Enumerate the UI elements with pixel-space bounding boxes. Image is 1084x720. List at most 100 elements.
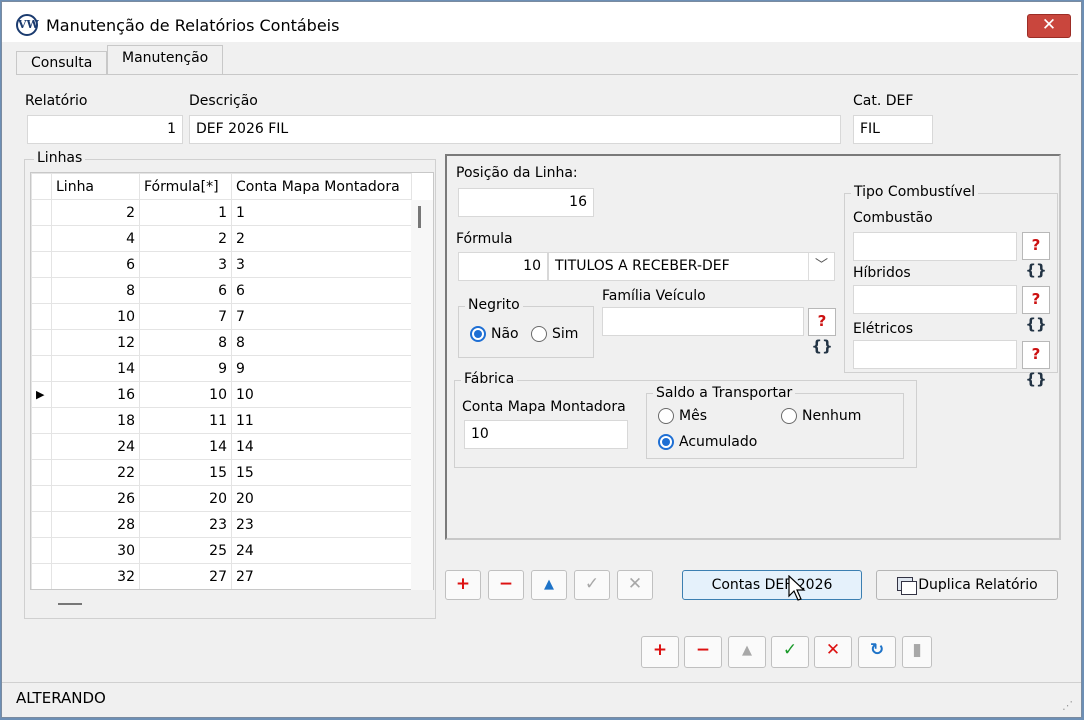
- refresh-icon[interactable]: ↻: [858, 636, 896, 668]
- cell-linha[interactable]: 12: [51, 329, 140, 356]
- cancel-record-button[interactable]: ✕: [814, 636, 852, 668]
- current-row-indicator-icon[interactable]: ▶: [31, 381, 52, 408]
- cell-formula[interactable]: 8: [139, 329, 232, 356]
- table-row[interactable]: 14 9 9: [31, 355, 412, 382]
- grid-hscroll-thumb[interactable]: [58, 603, 82, 605]
- cell-formula[interactable]: 20: [139, 485, 232, 512]
- column-header-linha[interactable]: Linha: [51, 173, 140, 200]
- hibridos-field[interactable]: [853, 285, 1017, 314]
- cell-formula[interactable]: 2: [139, 225, 232, 252]
- table-row[interactable]: 22 15 15: [31, 459, 412, 486]
- cell-linha[interactable]: 4: [51, 225, 140, 252]
- delete-record-button[interactable]: −: [684, 636, 722, 668]
- table-row[interactable]: 10 7 7: [31, 303, 412, 330]
- saldo-mes-radio[interactable]: [658, 408, 674, 428]
- saldo-mes-label[interactable]: Mês: [679, 408, 707, 424]
- cell-linha[interactable]: 26: [51, 485, 140, 512]
- row-indicator[interactable]: [31, 355, 52, 382]
- cell-formula[interactable]: 11: [139, 407, 232, 434]
- cell-linha[interactable]: 8: [51, 277, 140, 304]
- resize-grip-icon[interactable]: ⋰: [1062, 699, 1073, 712]
- row-indicator[interactable]: [31, 459, 52, 486]
- grid-horizontal-scrollbar[interactable]: [30, 590, 434, 616]
- linhas-grid[interactable]: Linha Fórmula[*] Conta Mapa Montadora 21…: [30, 172, 434, 590]
- row-indicator[interactable]: [31, 485, 52, 512]
- table-row[interactable]: 28 23 23: [31, 511, 412, 538]
- cell-formula[interactable]: 6: [139, 277, 232, 304]
- move-up-record-button[interactable]: ▲: [728, 636, 766, 668]
- row-indicator[interactable]: [31, 277, 52, 304]
- table-row[interactable]: 422: [31, 225, 412, 252]
- cell-linha[interactable]: 30: [51, 537, 140, 564]
- cell-conta[interactable]: 20: [231, 485, 412, 512]
- cell-linha[interactable]: 22: [51, 459, 140, 486]
- formula-code-field[interactable]: 10: [458, 252, 548, 281]
- table-row[interactable]: 30 25 24: [31, 537, 412, 564]
- table-row[interactable]: 24 14 14: [31, 433, 412, 460]
- close-button[interactable]: ✕: [1027, 14, 1071, 38]
- row-indicator[interactable]: [31, 251, 52, 278]
- familia-field[interactable]: [602, 307, 804, 336]
- cell-formula[interactable]: 10: [139, 381, 232, 408]
- table-row[interactable]: 26 20 20: [31, 485, 412, 512]
- formula-select[interactable]: TITULOS A RECEBER-DEF: [548, 252, 835, 281]
- save-record-button[interactable]: ✓: [771, 636, 809, 668]
- saldo-nenhum-label[interactable]: Nenhum: [802, 408, 861, 424]
- column-header-formula[interactable]: Fórmula[*]: [139, 173, 232, 200]
- cell-formula[interactable]: 25: [139, 537, 232, 564]
- row-indicator[interactable]: [31, 407, 52, 434]
- saldo-nenhum-radio[interactable]: [781, 408, 797, 428]
- new-record-button[interactable]: +: [641, 636, 679, 668]
- row-indicator[interactable]: [31, 537, 52, 564]
- cell-formula[interactable]: 7: [139, 303, 232, 330]
- table-row[interactable]: 633: [31, 251, 412, 278]
- cancel-line-button[interactable]: ✕: [617, 570, 653, 600]
- row-indicator[interactable]: [31, 433, 52, 460]
- cell-conta[interactable]: 24: [231, 537, 412, 564]
- negrito-nao-radio[interactable]: [470, 326, 486, 346]
- tab-consulta[interactable]: Consulta: [16, 51, 108, 74]
- row-indicator[interactable]: [31, 225, 52, 252]
- hibridos-lookup-icon[interactable]: ?{}: [1022, 286, 1050, 333]
- confirm-line-button[interactable]: ✓: [574, 570, 610, 600]
- row-indicator[interactable]: [31, 511, 52, 538]
- column-header-conta[interactable]: Conta Mapa Montadora: [231, 173, 412, 200]
- negrito-nao-label[interactable]: Não: [491, 326, 519, 342]
- familia-lookup-icon[interactable]: ?{}: [808, 308, 836, 355]
- cell-conta[interactable]: 23: [231, 511, 412, 538]
- grid-vertical-scrollbar[interactable]: [411, 200, 433, 590]
- cell-conta[interactable]: 2: [231, 225, 412, 252]
- move-up-line-button[interactable]: ▲: [531, 570, 567, 600]
- cell-linha[interactable]: 24: [51, 433, 140, 460]
- cell-formula[interactable]: 27: [139, 563, 232, 589]
- cell-formula[interactable]: 23: [139, 511, 232, 538]
- cell-linha[interactable]: 32: [51, 563, 140, 589]
- cell-formula[interactable]: 1: [139, 199, 232, 226]
- cell-conta[interactable]: 9: [231, 355, 412, 382]
- table-row[interactable]: ▶ 16 10 10: [31, 381, 412, 408]
- posicao-field[interactable]: 16: [458, 188, 594, 217]
- eletricos-field[interactable]: [853, 340, 1017, 369]
- table-row[interactable]: 211: [31, 199, 412, 226]
- combustao-lookup-icon[interactable]: ?{}: [1022, 232, 1050, 279]
- descricao-field[interactable]: DEF 2026 FIL: [189, 115, 841, 144]
- relatorio-field[interactable]: 1: [27, 115, 183, 144]
- cell-conta[interactable]: 1: [231, 199, 412, 226]
- saldo-acumulado-label[interactable]: Acumulado: [679, 434, 757, 450]
- cell-conta[interactable]: 6: [231, 277, 412, 304]
- cell-linha[interactable]: 28: [51, 511, 140, 538]
- cell-conta[interactable]: 10: [231, 381, 412, 408]
- tab-manutencao[interactable]: Manutenção: [107, 45, 224, 75]
- row-indicator[interactable]: [31, 199, 52, 226]
- cell-linha[interactable]: 6: [51, 251, 140, 278]
- row-indicator[interactable]: [31, 303, 52, 330]
- cell-conta[interactable]: 7: [231, 303, 412, 330]
- catdef-field[interactable]: FIL: [853, 115, 933, 144]
- cell-formula[interactable]: 14: [139, 433, 232, 460]
- remove-line-button[interactable]: −: [488, 570, 524, 600]
- row-indicator[interactable]: [31, 329, 52, 356]
- grid-scroll-thumb[interactable]: [418, 206, 421, 228]
- cell-conta[interactable]: 27: [231, 563, 412, 589]
- row-indicator[interactable]: [31, 563, 52, 589]
- chevron-down-icon[interactable]: ﹀: [808, 253, 834, 280]
